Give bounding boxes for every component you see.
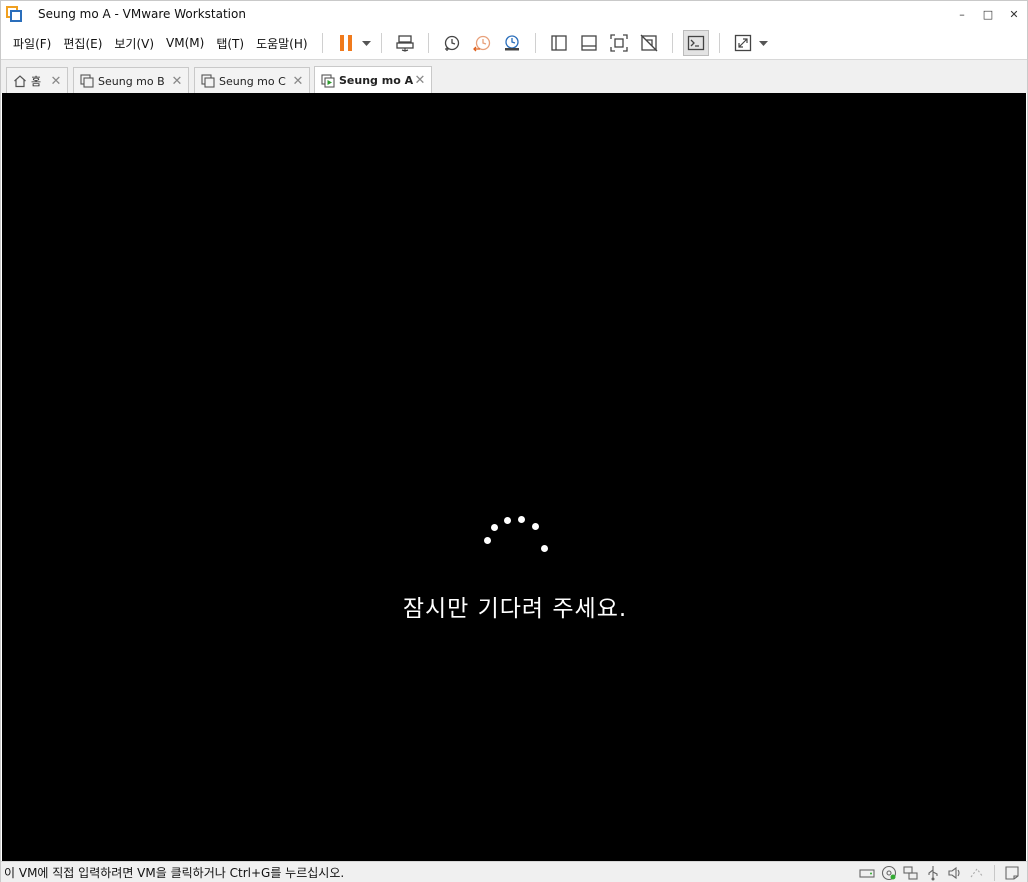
tab-label: Seung mo C — [219, 74, 286, 88]
chevron-down-icon — [362, 40, 372, 46]
tab-home[interactable]: 홈 ✕ — [6, 67, 68, 94]
network-adapter-icon[interactable] — [902, 864, 920, 882]
tab-close-button[interactable]: ✕ — [49, 74, 63, 89]
home-icon — [14, 75, 26, 88]
snapshot-clock-icon — [444, 35, 459, 51]
thumbnail-bar-icon — [580, 35, 597, 51]
pause-button[interactable] — [333, 30, 359, 56]
spinner-dot — [484, 537, 491, 544]
tab-seung-mo-a[interactable]: Seung mo A ✕ — [314, 66, 432, 94]
tab-seung-mo-b[interactable]: Seung mo B ✕ — [73, 67, 189, 94]
spinner-dot — [504, 517, 511, 524]
vm-console-screen[interactable]: 잠시만 기다려 주세요. — [2, 93, 1026, 861]
menu-tabs[interactable]: 탭(T) — [210, 27, 250, 59]
loading-spinner-icon — [480, 511, 552, 561]
power-dropdown-button[interactable] — [361, 30, 373, 56]
usb-controller-icon[interactable] — [924, 864, 942, 882]
snapshot-manager-button[interactable] — [499, 30, 525, 56]
library-panel-icon — [550, 35, 567, 51]
full-screen-icon — [609, 34, 628, 52]
menu-toolbar: 파일(F) 편집(E) 보기(V) VM(M) 탭(T) 도움말(H) — [1, 27, 1027, 59]
menu-view[interactable]: 보기(V) — [108, 27, 160, 59]
tab-label: Seung mo B — [98, 74, 165, 88]
console-view-button[interactable] — [682, 30, 709, 56]
tab-close-button[interactable]: ✕ — [291, 74, 305, 89]
spinner-dot — [532, 523, 539, 530]
menu-help[interactable]: 도움말(H) — [250, 27, 314, 59]
show-library-button[interactable] — [546, 30, 572, 56]
toolbar-separator — [321, 33, 323, 53]
show-thumbnail-bar-button[interactable] — [576, 30, 602, 56]
device-status-icons — [856, 863, 1023, 882]
snapshot-manager-icon — [504, 35, 519, 51]
menu-vm[interactable]: VM(M) — [160, 27, 210, 59]
take-snapshot-button[interactable] — [439, 30, 465, 56]
menu-file[interactable]: 파일(F) — [7, 27, 57, 59]
toolbar-separator — [380, 33, 382, 53]
please-wait-message: 잠시만 기다려 주세요. — [402, 596, 628, 622]
tab-seung-mo-c[interactable]: Seung mo C ✕ — [194, 67, 310, 94]
cd-dvd-icon[interactable] — [880, 864, 898, 882]
tab-label: 홈 — [31, 75, 42, 88]
console-icon — [687, 35, 704, 51]
tab-close-button[interactable]: ✕ — [413, 73, 427, 88]
title-bar: Seung mo A - VMware Workstation – □ ✕ — [1, 1, 1027, 27]
message-log-icon[interactable] — [1003, 864, 1021, 882]
spinner-dot — [518, 516, 525, 523]
stretch-guest-button[interactable] — [730, 30, 756, 56]
stretch-dropdown-button[interactable] — [758, 30, 770, 56]
vm-icon — [201, 74, 215, 88]
status-bar: 이 VM에 직접 입력하려면 VM을 클릭하거나 Ctrl+G를 누르십시오. — [1, 861, 1027, 882]
status-separator — [994, 864, 995, 881]
spinner-dot — [541, 545, 548, 552]
vm-icon — [80, 74, 94, 88]
maximize-button[interactable]: □ — [975, 1, 1001, 27]
snapshot-revert-icon — [472, 35, 490, 52]
tab-label: Seung mo A — [339, 74, 414, 87]
unity-disabled-icon — [640, 34, 658, 52]
revert-snapshot-button[interactable] — [469, 30, 495, 56]
menu-edit[interactable]: 편집(E) — [57, 27, 108, 59]
minimize-button[interactable]: – — [949, 1, 975, 27]
spinner-dot — [491, 524, 498, 531]
toolbar-separator — [718, 33, 720, 53]
sound-card-icon[interactable] — [946, 864, 964, 882]
pause-icon — [339, 35, 352, 51]
chevron-down-icon — [759, 40, 769, 46]
keyboard-send-icon — [395, 35, 414, 52]
display-activity-icon[interactable] — [968, 864, 986, 882]
close-button[interactable]: ✕ — [1001, 1, 1027, 27]
stretch-icon — [734, 34, 751, 52]
window-title: Seung mo A - VMware Workstation — [38, 7, 246, 21]
vmware-logo-icon — [6, 6, 22, 22]
toolbar-separator — [671, 33, 673, 53]
tab-close-button[interactable]: ✕ — [170, 74, 184, 89]
status-hint: 이 VM에 직접 입력하려면 VM을 클릭하거나 Ctrl+G를 누르십시오. — [4, 865, 345, 880]
send-ctrl-alt-del-button[interactable] — [392, 30, 418, 56]
vm-running-icon — [321, 73, 335, 88]
toolbar-separator — [427, 33, 429, 53]
vmware-window: Seung mo A - VMware Workstation – □ ✕ 파일… — [0, 0, 1028, 882]
tab-strip: 홈 ✕ Seung mo B ✕ Seung mo C ✕ Seung mo A… — [1, 59, 1027, 94]
full-screen-button[interactable] — [606, 30, 632, 56]
unity-button[interactable] — [636, 30, 662, 56]
hard-disk-icon[interactable] — [858, 864, 876, 882]
toolbar-separator — [534, 33, 536, 53]
window-controls: – □ ✕ — [949, 1, 1027, 27]
